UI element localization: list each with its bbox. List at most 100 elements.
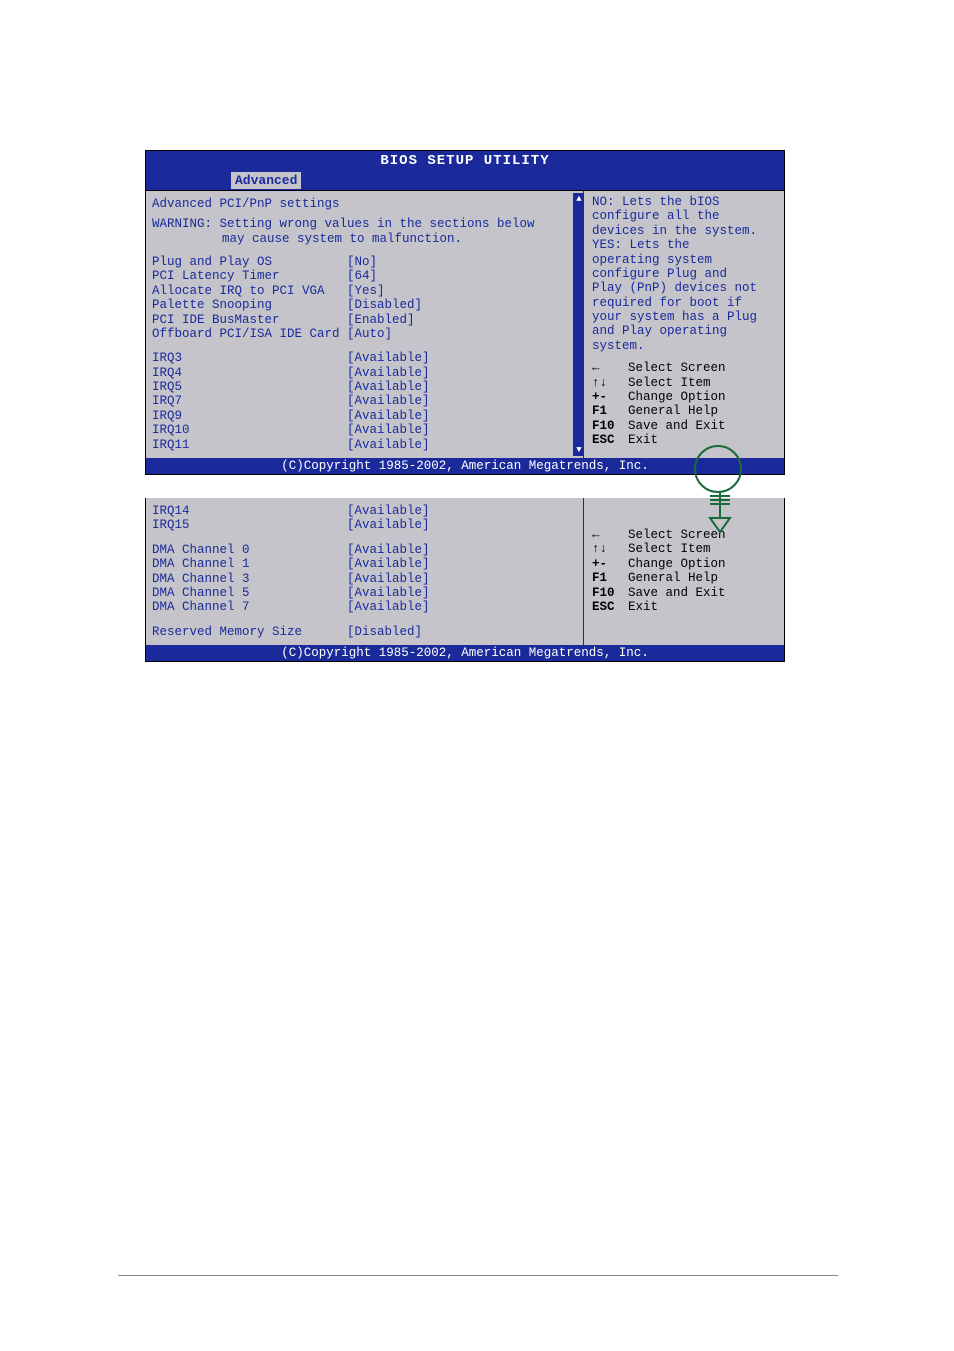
- arrow-lr-icon: ←: [592, 361, 628, 375]
- esc-key: ESC: [592, 600, 628, 614]
- help-line: configure all the: [592, 209, 778, 223]
- option-row[interactable]: PCI Latency Timer[64]: [152, 269, 577, 283]
- option-row[interactable]: Offboard PCI/ISA IDE Card[Auto]: [152, 327, 577, 341]
- option-label: IRQ7: [152, 394, 347, 408]
- key-desc: Save and Exit: [628, 419, 726, 433]
- warning-line1: WARNING: Setting wrong values in the sec…: [152, 217, 577, 232]
- key-desc: Exit: [628, 433, 658, 447]
- help-line: YES: Lets the: [592, 238, 778, 252]
- option-row[interactable]: DMA Channel 0[Available]: [152, 543, 577, 557]
- option-value[interactable]: [Available]: [347, 394, 577, 408]
- menu-bar[interactable]: Advanced: [146, 171, 784, 190]
- option-label: IRQ15: [152, 518, 347, 532]
- esc-key: ESC: [592, 433, 628, 447]
- warning-line2: may cause system to malfunction.: [152, 232, 577, 247]
- section-heading: Advanced PCI/PnP settings: [152, 197, 577, 211]
- option-row[interactable]: IRQ4[Available]: [152, 366, 577, 380]
- option-value[interactable]: [Enabled]: [347, 313, 577, 327]
- f10-key: F10: [592, 419, 628, 433]
- option-row[interactable]: Reserved Memory Size[Disabled]: [152, 625, 577, 639]
- left-panel: ▲ ▼ Advanced PCI/PnP settings WARNING: S…: [146, 191, 584, 458]
- key-desc: Save and Exit: [628, 586, 726, 600]
- content-area-2: IRQ14[Available] IRQ15[Available] DMA Ch…: [146, 498, 784, 645]
- option-label: IRQ14: [152, 504, 347, 518]
- option-label: Reserved Memory Size: [152, 625, 347, 639]
- help-line: your system has a Plug: [592, 310, 778, 324]
- f10-key: F10: [592, 586, 628, 600]
- key-desc: Select Screen: [628, 361, 726, 375]
- title-text: BIOS SETUP UTILITY: [380, 153, 549, 169]
- help-line: system.: [592, 339, 778, 353]
- option-row[interactable]: PCI IDE BusMaster[Enabled]: [152, 313, 577, 327]
- help-line: required for boot if: [592, 296, 778, 310]
- option-label: DMA Channel 5: [152, 586, 347, 600]
- option-row[interactable]: Plug and Play OS[No]: [152, 255, 577, 269]
- option-value[interactable]: [No]: [347, 255, 577, 269]
- option-label: DMA Channel 7: [152, 600, 347, 614]
- help-text: NO: Lets the bIOS configure all the devi…: [592, 195, 778, 353]
- option-label: DMA Channel 0: [152, 543, 347, 557]
- option-value[interactable]: [Disabled]: [347, 625, 577, 639]
- key-legend-2: ←Select Screen ↑↓Select Item +-Change Op…: [592, 528, 778, 614]
- help-line: operating system: [592, 253, 778, 267]
- option-value[interactable]: [Available]: [347, 557, 577, 571]
- key-desc: Select Screen: [628, 528, 726, 542]
- key-desc: General Help: [628, 404, 718, 418]
- option-value[interactable]: [Available]: [347, 438, 577, 452]
- option-value[interactable]: [Available]: [347, 380, 577, 394]
- option-value[interactable]: [Available]: [347, 423, 577, 437]
- option-row[interactable]: Allocate IRQ to PCI VGA[Yes]: [152, 284, 577, 298]
- option-label: PCI IDE BusMaster: [152, 313, 347, 327]
- option-row[interactable]: IRQ7[Available]: [152, 394, 577, 408]
- option-row[interactable]: DMA Channel 1[Available]: [152, 557, 577, 571]
- option-value[interactable]: [Disabled]: [347, 298, 577, 312]
- option-value[interactable]: [Available]: [347, 543, 577, 557]
- option-row[interactable]: DMA Channel 5[Available]: [152, 586, 577, 600]
- option-value[interactable]: [Available]: [347, 366, 577, 380]
- option-row[interactable]: IRQ5[Available]: [152, 380, 577, 394]
- menu-tab-advanced[interactable]: Advanced: [231, 172, 301, 189]
- option-row[interactable]: DMA Channel 7[Available]: [152, 600, 577, 614]
- option-label: IRQ3: [152, 351, 347, 365]
- copyright-bar-2: (C)Copyright 1985-2002, American Megatre…: [146, 645, 784, 661]
- key-legend: ←Select Screen ↑↓Select Item +-Change Op…: [592, 361, 778, 447]
- option-value[interactable]: [Available]: [347, 518, 577, 532]
- arrow-ud-icon: ↑↓: [592, 376, 628, 390]
- option-row[interactable]: IRQ9[Available]: [152, 409, 577, 423]
- right-help-panel-2: ←Select Screen ↑↓Select Item +-Change Op…: [584, 498, 784, 645]
- option-value[interactable]: [64]: [347, 269, 577, 283]
- option-row[interactable]: IRQ10[Available]: [152, 423, 577, 437]
- plusminus-icon: +-: [592, 557, 628, 571]
- option-label: IRQ4: [152, 366, 347, 380]
- option-value[interactable]: [Available]: [347, 504, 577, 518]
- option-value[interactable]: [Available]: [347, 572, 577, 586]
- help-line: NO: Lets the bIOS: [592, 195, 778, 209]
- option-value[interactable]: [Yes]: [347, 284, 577, 298]
- option-value[interactable]: [Auto]: [347, 327, 577, 341]
- option-row[interactable]: DMA Channel 3[Available]: [152, 572, 577, 586]
- option-row[interactable]: IRQ11[Available]: [152, 438, 577, 452]
- option-row[interactable]: IRQ15[Available]: [152, 518, 577, 532]
- f1-key: F1: [592, 571, 628, 585]
- copyright-text-2: (C)Copyright 1985-2002, American Megatre…: [281, 646, 649, 660]
- f1-key: F1: [592, 404, 628, 418]
- option-row[interactable]: Palette Snooping[Disabled]: [152, 298, 577, 312]
- option-label: Allocate IRQ to PCI VGA: [152, 284, 347, 298]
- option-label: DMA Channel 3: [152, 572, 347, 586]
- key-desc: General Help: [628, 571, 718, 585]
- option-label: PCI Latency Timer: [152, 269, 347, 283]
- option-label: Palette Snooping: [152, 298, 347, 312]
- content-area: ▲ ▼ Advanced PCI/PnP settings WARNING: S…: [146, 190, 784, 458]
- option-value[interactable]: [Available]: [347, 409, 577, 423]
- option-row[interactable]: IRQ14[Available]: [152, 504, 577, 518]
- bios-window-continuation: IRQ14[Available] IRQ15[Available] DMA Ch…: [145, 498, 785, 662]
- option-value[interactable]: [Available]: [347, 600, 577, 614]
- key-desc: Select Item: [628, 542, 711, 556]
- help-line: devices in the system.: [592, 224, 778, 238]
- option-value[interactable]: [Available]: [347, 586, 577, 600]
- key-desc: Exit: [628, 600, 658, 614]
- help-line: configure Plug and: [592, 267, 778, 281]
- option-row[interactable]: IRQ3[Available]: [152, 351, 577, 365]
- footer-divider: [118, 1275, 838, 1276]
- option-value[interactable]: [Available]: [347, 351, 577, 365]
